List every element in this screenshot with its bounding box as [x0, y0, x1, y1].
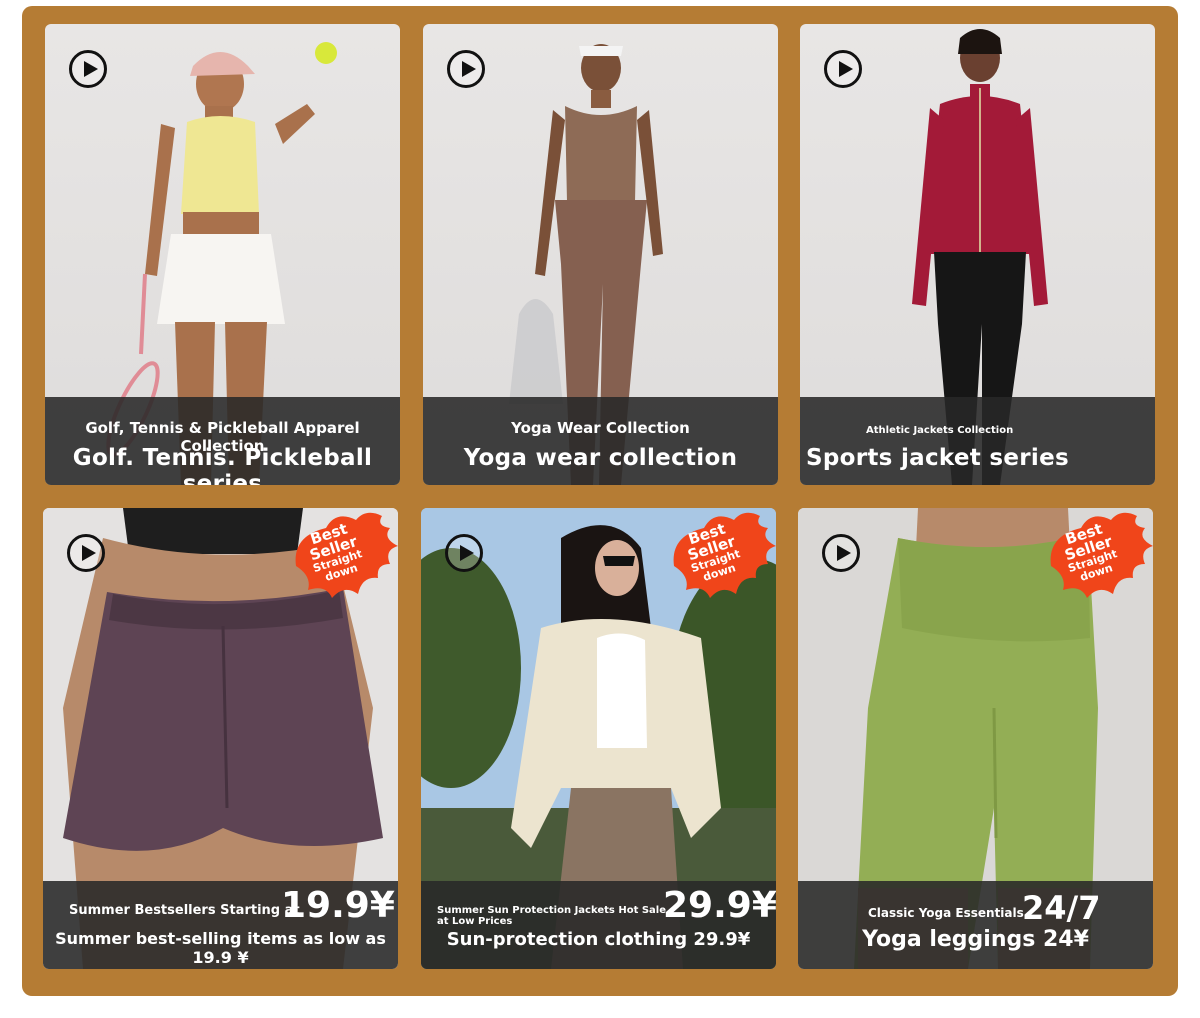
- play-icon[interactable]: [824, 50, 862, 88]
- play-icon[interactable]: [445, 534, 483, 572]
- product-card-jacket[interactable]: Athletic Jackets Collection Sports jacke…: [800, 24, 1155, 485]
- product-card-tennis[interactable]: Golf, Tennis & Pickleball Apparel Collec…: [45, 24, 400, 485]
- price-tag: 29.9¥: [663, 885, 776, 926]
- product-card-sun-protection[interactable]: Best Seller Straight down Summer Sun Pro…: [421, 508, 776, 969]
- card-title: Sports jacket series: [806, 445, 1069, 471]
- product-card-shorts[interactable]: Best Seller Straight down Summer Bestsel…: [43, 508, 398, 969]
- card-subtitle: Athletic Jackets Collection: [866, 425, 1014, 436]
- card-caption: Summer Bestsellers Starting at 19.9¥ Sum…: [43, 881, 398, 969]
- card-caption: Golf, Tennis & Pickleball Apparel Collec…: [45, 397, 400, 485]
- play-icon[interactable]: [69, 50, 107, 88]
- play-icon[interactable]: [822, 534, 860, 572]
- card-caption: Classic Yoga Essentials 24/7 Yoga leggin…: [798, 881, 1153, 969]
- play-icon[interactable]: [67, 534, 105, 572]
- product-card-leggings[interactable]: Best Seller Straight down Classic Yoga E…: [798, 508, 1153, 969]
- price-tag: 24/7: [1022, 889, 1101, 927]
- best-seller-badge: Best Seller Straight down: [664, 508, 776, 606]
- price-row: Classic Yoga Essentials 24/7: [798, 885, 1153, 931]
- promo-label: Summer Bestsellers Starting at: [69, 903, 300, 918]
- play-icon[interactable]: [447, 50, 485, 88]
- card-caption: Summer Sun Protection Jackets Hot Sale a…: [421, 881, 776, 969]
- card-title: Yoga leggings 24¥: [862, 927, 1089, 952]
- promo-label: Classic Yoga Essentials: [868, 906, 1024, 920]
- product-card-yoga[interactable]: Yoga Wear Collection Yoga wear collectio…: [423, 24, 778, 485]
- card-caption: Yoga Wear Collection Yoga wear collectio…: [423, 397, 778, 485]
- card-title: Golf. Tennis. Pickleball series: [72, 445, 373, 485]
- price-tag: 19.9¥: [281, 885, 395, 926]
- card-subtitle: Yoga Wear Collection: [511, 419, 690, 437]
- card-title: Summer best-selling items as low as 19.9…: [55, 929, 386, 967]
- best-seller-badge: Best Seller Straight down: [1041, 508, 1153, 606]
- price-row: Summer Sun Protection Jackets Hot Sale a…: [421, 885, 776, 931]
- best-seller-badge: Best Seller Straight down: [286, 508, 398, 606]
- promo-label: Summer Sun Protection Jackets Hot Sale a…: [437, 905, 667, 927]
- card-caption: Athletic Jackets Collection Sports jacke…: [800, 397, 1155, 485]
- price-row: Summer Bestsellers Starting at 19.9¥: [43, 885, 398, 931]
- card-title: Yoga wear collection: [463, 445, 738, 471]
- product-grid-frame: Golf, Tennis & Pickleball Apparel Collec…: [22, 6, 1178, 996]
- card-title: Sun-protection clothing 29.9¥: [446, 929, 751, 950]
